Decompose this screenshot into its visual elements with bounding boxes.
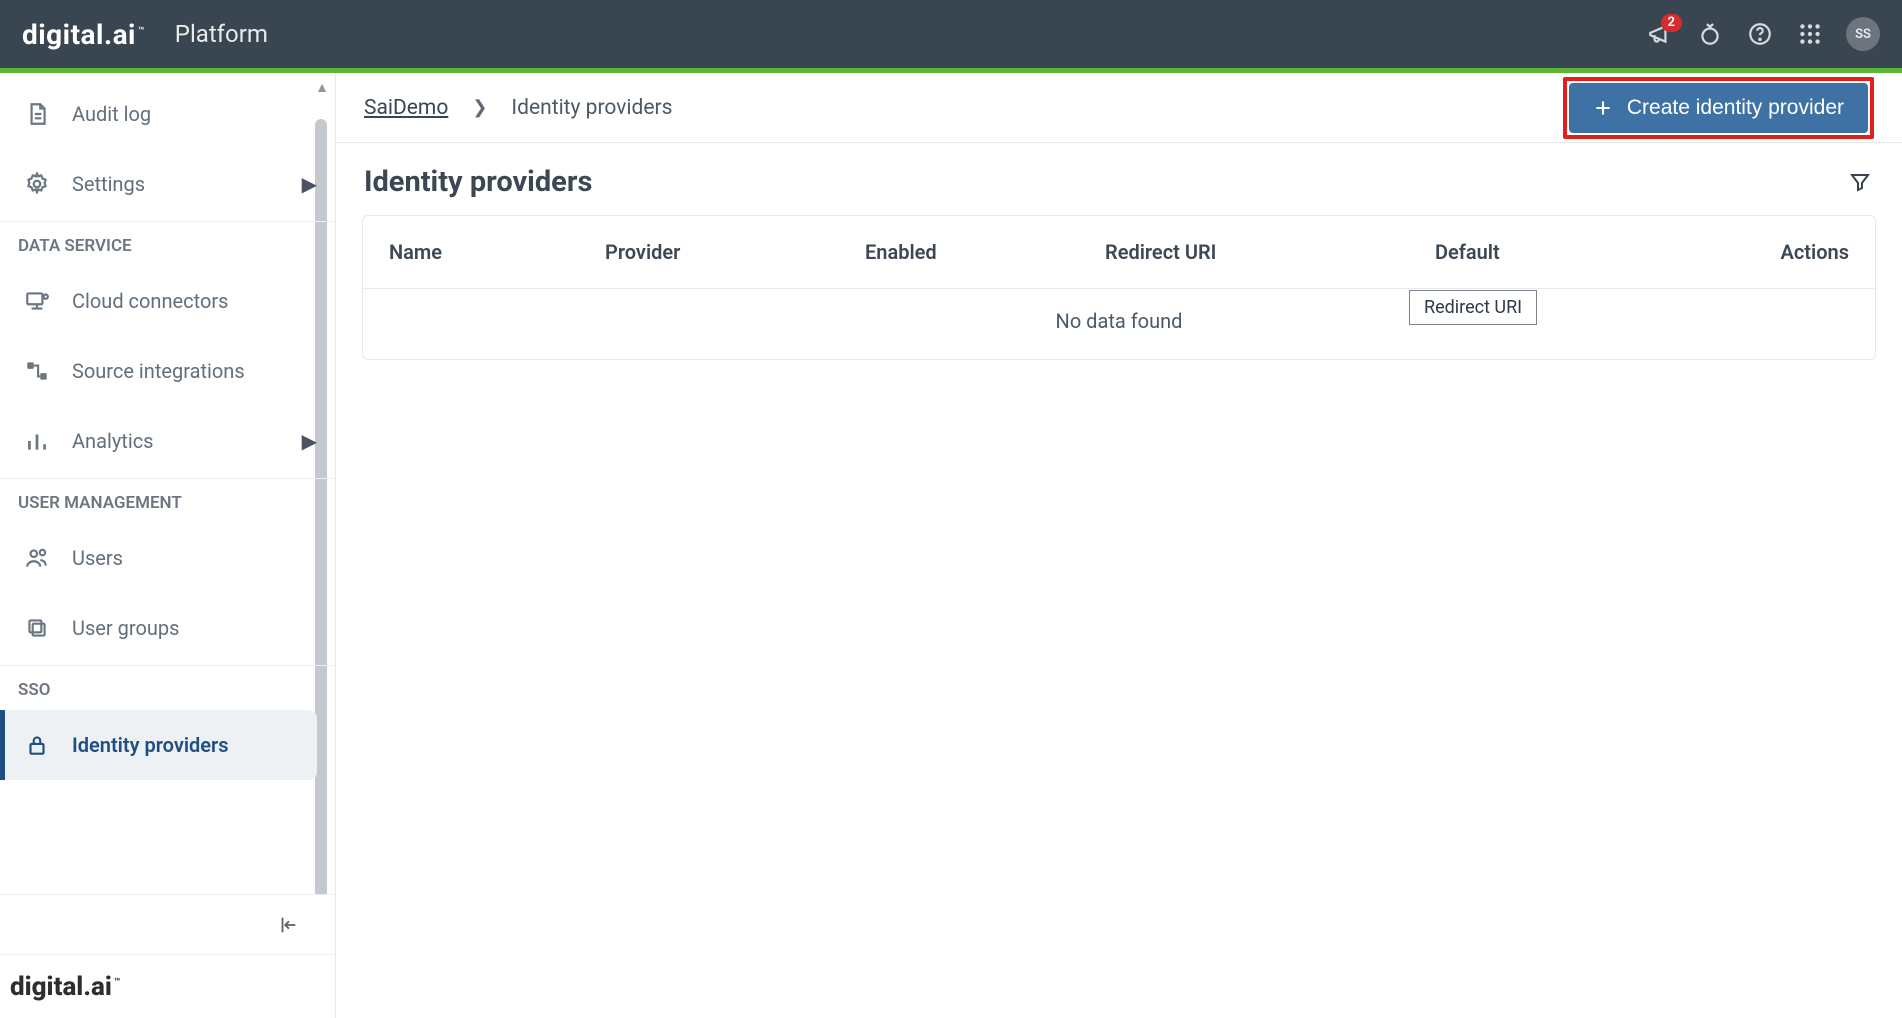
app-header: digital.ai™ Platform 2 bbox=[0, 0, 1902, 68]
sidebar-section-sso: SSO bbox=[0, 665, 335, 710]
plus-icon bbox=[1593, 98, 1613, 118]
sidebar-item-identity-providers[interactable]: Identity providers bbox=[0, 710, 317, 780]
sidebar-item-settings[interactable]: Settings ▶ bbox=[0, 149, 335, 219]
sidebar-item-label: Settings bbox=[72, 172, 145, 196]
connector-icon bbox=[24, 288, 50, 314]
collapse-icon bbox=[277, 914, 299, 936]
page-title: Identity providers bbox=[364, 165, 592, 199]
chevron-right-icon: ❯ bbox=[472, 97, 487, 118]
column-header-default[interactable]: Default bbox=[1435, 240, 1735, 264]
rewards-button[interactable] bbox=[1696, 20, 1724, 48]
sidebar-section-data-service: DATA SERVICE bbox=[0, 221, 335, 266]
sidebar-item-user-groups[interactable]: User groups bbox=[0, 593, 335, 663]
sidebar-item-label: Source integrations bbox=[72, 359, 245, 383]
sidebar-item-label: Audit log bbox=[72, 102, 151, 126]
brand-logo-text: digital.ai bbox=[22, 18, 136, 51]
gear-icon bbox=[24, 171, 50, 197]
document-icon bbox=[24, 101, 50, 127]
sidebar: ▲ ▼ Audit log Settings ▶ DATA SERVICE bbox=[0, 73, 336, 1018]
product-name: Platform bbox=[175, 20, 268, 48]
chevron-right-icon: ▶ bbox=[302, 429, 317, 453]
apps-button[interactable] bbox=[1796, 20, 1824, 48]
filter-icon bbox=[1848, 170, 1872, 194]
lock-icon bbox=[24, 732, 50, 758]
help-button[interactable] bbox=[1746, 20, 1774, 48]
scroll-up-arrow[interactable]: ▲ bbox=[315, 79, 329, 96]
notifications-button[interactable]: 2 bbox=[1646, 20, 1674, 48]
footer-logo: digital.ai™ bbox=[10, 972, 118, 1002]
sidebar-item-label: Identity providers bbox=[72, 733, 229, 757]
brand-logo-tm: ™ bbox=[138, 26, 145, 37]
sidebar-item-cloud-connectors[interactable]: Cloud connectors bbox=[0, 266, 335, 336]
breadcrumb-current: Identity providers bbox=[511, 96, 672, 120]
create-button-label: Create identity provider bbox=[1627, 96, 1844, 120]
chevron-right-icon: ▶ bbox=[302, 172, 317, 196]
tooltip-redirect-uri: Redirect URI bbox=[1409, 290, 1537, 325]
filter-button[interactable] bbox=[1846, 168, 1874, 196]
sidebar-item-analytics[interactable]: Analytics ▶ bbox=[0, 406, 335, 476]
identity-providers-table: Name Provider Enabled Redirect URI Defau… bbox=[362, 215, 1876, 360]
brand-logo: digital.ai™ bbox=[22, 18, 143, 51]
column-header-provider[interactable]: Provider bbox=[605, 240, 865, 264]
column-header-redirect-uri[interactable]: Redirect URI bbox=[1105, 240, 1435, 264]
sidebar-footer: digital.ai™ bbox=[0, 954, 335, 1018]
sidebar-collapse-button[interactable] bbox=[0, 894, 335, 954]
table-empty-message: No data found bbox=[363, 289, 1875, 359]
main-content: SaiDemo ❯ Identity providers Create iden… bbox=[336, 73, 1902, 1018]
breadcrumb-root-link[interactable]: SaiDemo bbox=[364, 96, 448, 120]
apps-grid-icon bbox=[1797, 21, 1823, 47]
footer-logo-tm: ™ bbox=[114, 977, 120, 988]
create-button-highlight: Create identity provider bbox=[1563, 77, 1874, 139]
avatar-initials: SS bbox=[1855, 27, 1871, 42]
user-avatar[interactable]: SS bbox=[1846, 17, 1880, 51]
column-header-name[interactable]: Name bbox=[389, 240, 605, 264]
breadcrumb: SaiDemo ❯ Identity providers bbox=[364, 96, 672, 120]
sidebar-item-source-integrations[interactable]: Source integrations bbox=[0, 336, 335, 406]
sidebar-item-audit-log[interactable]: Audit log bbox=[0, 79, 335, 149]
analytics-icon bbox=[24, 428, 50, 454]
footer-logo-text: digital.ai bbox=[10, 972, 112, 1002]
sidebar-item-label: Cloud connectors bbox=[72, 289, 228, 313]
help-icon bbox=[1747, 21, 1773, 47]
table-header-row: Name Provider Enabled Redirect URI Defau… bbox=[363, 216, 1875, 289]
sidebar-item-users[interactable]: Users bbox=[0, 523, 335, 593]
column-header-actions: Actions bbox=[1735, 240, 1849, 264]
copy-icon bbox=[24, 615, 50, 641]
column-header-enabled[interactable]: Enabled bbox=[865, 240, 1105, 264]
notification-badge: 2 bbox=[1661, 14, 1682, 32]
sidebar-item-label: Analytics bbox=[72, 429, 154, 453]
sidebar-item-label: User groups bbox=[72, 616, 179, 640]
users-icon bbox=[24, 545, 50, 571]
integration-icon bbox=[24, 358, 50, 384]
orange-icon bbox=[1697, 21, 1723, 47]
sidebar-section-user-management: USER MANAGEMENT bbox=[0, 478, 335, 523]
sidebar-item-label: Users bbox=[72, 546, 123, 570]
create-identity-provider-button[interactable]: Create identity provider bbox=[1569, 83, 1868, 133]
page-topbar: SaiDemo ❯ Identity providers Create iden… bbox=[336, 73, 1902, 143]
